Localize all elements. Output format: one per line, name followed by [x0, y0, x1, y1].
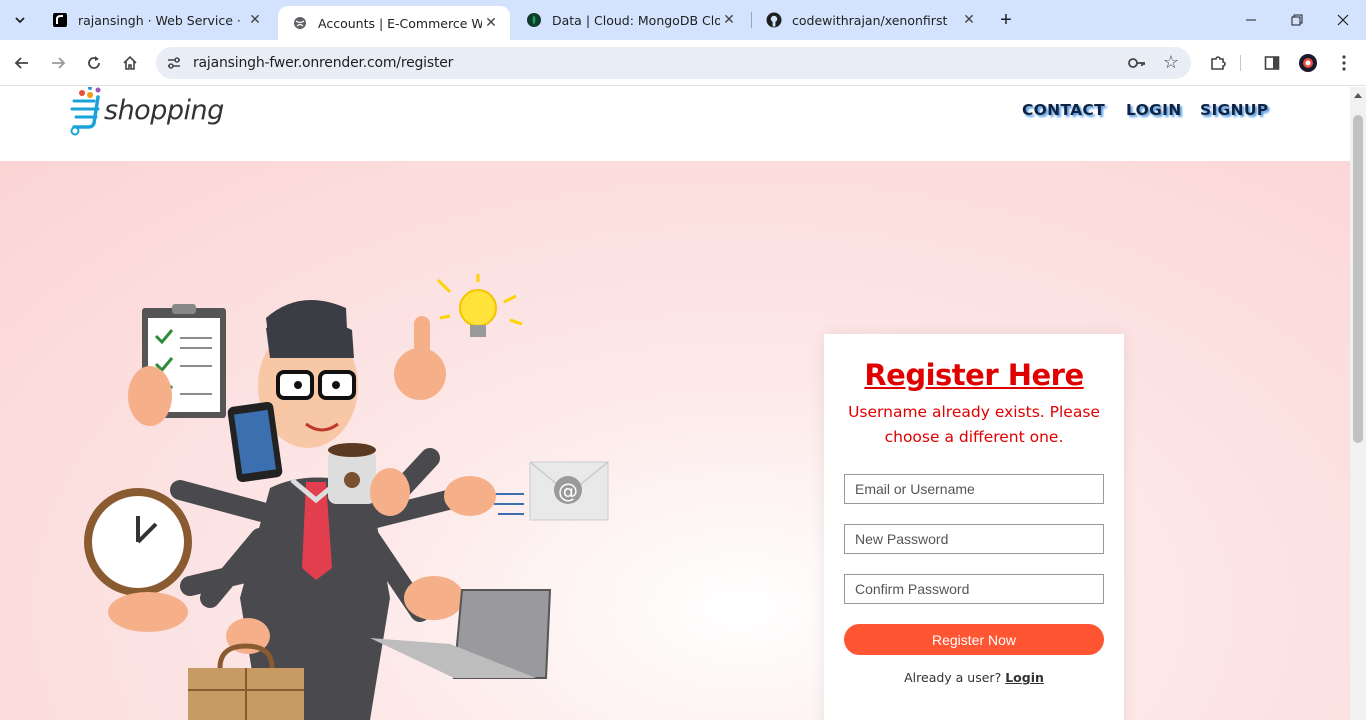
password-key-icon[interactable]	[1127, 53, 1147, 73]
close-window-button[interactable]	[1320, 0, 1366, 40]
site-header: shopping CONTACT LOGIN SIGNUP	[0, 87, 1350, 161]
tab-title: codewithrajan/xenonfirst	[792, 12, 948, 28]
extensions-button[interactable]	[1204, 49, 1232, 77]
close-tab-icon[interactable]: ✕	[960, 12, 978, 28]
email-username-input[interactable]	[844, 474, 1104, 504]
browser-toolbar: rajansingh-fwer.onrender.com/register ☆	[0, 40, 1366, 86]
tab-title: rajansingh · Web Service · Ren	[78, 12, 246, 28]
forward-button[interactable]	[44, 49, 72, 77]
register-form-card: Register Here Username already exists. P…	[824, 334, 1124, 720]
lightbulb-icon	[436, 274, 523, 337]
close-tab-icon[interactable]: ✕	[720, 12, 738, 28]
bookmark-star-icon[interactable]: ☆	[1163, 52, 1179, 73]
address-bar[interactable]: rajansingh-fwer.onrender.com/register ☆	[156, 47, 1191, 79]
register-title: Register Here	[864, 358, 1084, 392]
scroll-up-arrow-icon[interactable]	[1354, 93, 1362, 98]
restore-button[interactable]	[1274, 0, 1320, 40]
mongodb-leaf-icon	[526, 12, 542, 28]
tab-accounts[interactable]: Accounts | E-Commerce Websit ✕	[278, 6, 510, 40]
clock-icon	[84, 488, 192, 596]
close-tab-icon[interactable]: ✕	[246, 12, 264, 28]
svg-text:@: @	[558, 479, 578, 503]
render-icon	[52, 12, 68, 28]
url-text[interactable]: rajansingh-fwer.onrender.com/register	[193, 55, 453, 71]
toolbar-divider	[1240, 55, 1241, 71]
already-user-row: Already a user? Login	[824, 670, 1124, 685]
nav-signup[interactable]: SIGNUP	[1200, 101, 1268, 119]
side-panel-icon	[1264, 56, 1280, 70]
login-link[interactable]: Login	[1005, 670, 1044, 685]
confirm-password-input[interactable]	[844, 574, 1104, 604]
tab-title: Accounts | E-Commerce Websit	[318, 15, 482, 31]
error-message: Username already exists. Please choose a…	[848, 403, 1100, 446]
chevron-down-icon	[15, 17, 25, 24]
home-button[interactable]	[116, 49, 144, 77]
tab-render[interactable]: rajansingh · Web Service · Ren ✕	[38, 0, 274, 40]
tab-github[interactable]: codewithrajan/xenonfirst ✕	[752, 0, 988, 40]
nav-login[interactable]: LOGIN	[1126, 101, 1181, 119]
tab-mongodb[interactable]: Data | Cloud: MongoDB Cloud ✕	[512, 0, 748, 40]
logo-text[interactable]: shopping	[104, 95, 224, 126]
tab-strip: rajansingh · Web Service · Ren ✕ Account…	[0, 0, 1366, 40]
close-icon	[1337, 14, 1349, 26]
laptop-icon	[370, 589, 552, 679]
globe-icon	[292, 15, 308, 31]
puzzle-icon	[1211, 56, 1226, 70]
home-icon	[123, 55, 137, 70]
reload-button[interactable]	[80, 49, 108, 77]
scrollbar-thumb[interactable]	[1353, 115, 1363, 443]
avatar-icon	[1299, 54, 1317, 72]
tab-search-button[interactable]	[6, 6, 34, 34]
kebab-menu-icon	[1342, 55, 1346, 71]
minimize-icon	[1246, 19, 1256, 21]
already-user-text: Already a user?	[904, 670, 1002, 685]
reload-icon	[88, 56, 100, 69]
page-scrollbar[interactable]	[1350, 87, 1366, 720]
nav-contact[interactable]: CONTACT	[1022, 101, 1105, 119]
back-button[interactable]	[8, 49, 36, 77]
github-icon	[766, 12, 782, 28]
menu-button[interactable]	[1330, 49, 1358, 77]
multitasking-businessman-illustration: @	[84, 274, 609, 720]
new-tab-button[interactable]: +	[994, 8, 1018, 32]
profile-avatar[interactable]	[1294, 49, 1322, 77]
tab-title: Data | Cloud: MongoDB Cloud	[552, 12, 720, 28]
restore-icon	[1291, 14, 1303, 26]
side-panel-button[interactable]	[1258, 49, 1286, 77]
back-arrow-icon	[14, 57, 28, 69]
site-info-icon[interactable]	[164, 53, 184, 73]
email-envelope-icon: @	[490, 461, 609, 521]
minimize-button[interactable]	[1228, 0, 1274, 40]
coffee-cup-icon	[328, 443, 376, 504]
register-now-button[interactable]: Register Now	[844, 624, 1104, 655]
new-password-input[interactable]	[844, 524, 1104, 554]
forward-arrow-icon	[52, 57, 66, 69]
close-tab-icon[interactable]: ✕	[482, 15, 500, 31]
